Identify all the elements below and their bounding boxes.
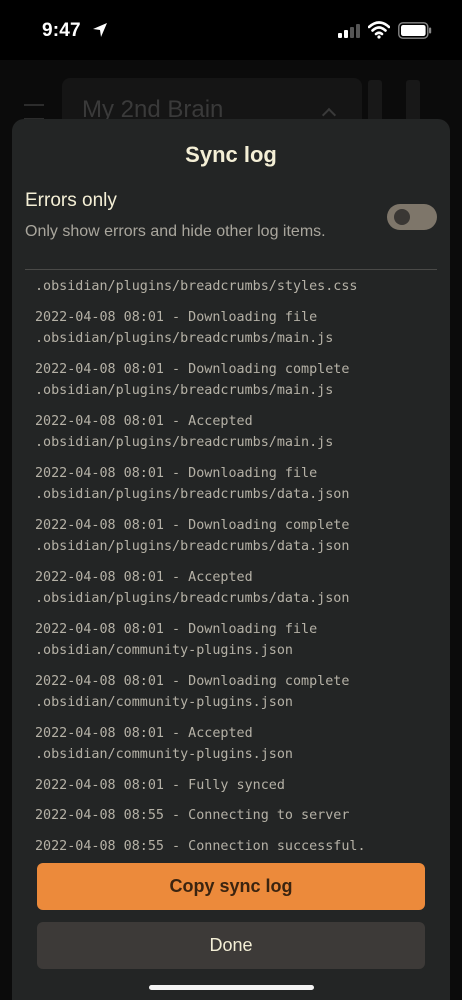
log-entry-message: 2022-04-08 08:55 - Connection successful… — [35, 838, 366, 854]
log-entry: 2022-04-08 08:55 - Connection successful… — [35, 836, 437, 858]
log-entry-message: 2022-04-08 08:01 - Downloading file — [35, 465, 318, 481]
log-entry: 2022-04-08 08:01 - Downloading file .obsi… — [35, 307, 437, 350]
status-time: 9:47 — [42, 20, 81, 41]
log-entry: 2022-04-08 08:01 - Downloading complete.… — [35, 671, 437, 714]
log-entry: 2022-04-08 08:01 - Accepted .obsidian/plu… — [35, 411, 437, 454]
log-entry-message: 2022-04-08 08:55 - Connecting to server — [35, 808, 350, 823]
copy-sync-log-button[interactable]: Copy sync log — [37, 863, 425, 910]
log-entry-path: .obsidian/community-plugins.json — [35, 695, 293, 710]
log-entry-path: .obsidian/community-plugins.json — [35, 747, 293, 762]
log-entry-path: .obsidian/plugins/breadcrumbs/main.js — [35, 383, 334, 398]
log-entry: 2022-04-08 08:01 - Accepted .obsidian/plu… — [35, 567, 437, 610]
wifi-icon — [368, 21, 390, 39]
location-arrow-icon — [93, 23, 107, 37]
log-entry-message: 2022-04-08 08:01 - Downloading file — [35, 621, 318, 637]
log-entry: 2022-04-08 08:01 - Downloading file .obsi… — [35, 463, 437, 506]
done-button[interactable]: Done — [37, 922, 425, 969]
home-indicator — [149, 985, 314, 990]
battery-icon — [398, 22, 432, 39]
log-entry-path: .obsidian/community-plugins.json — [35, 643, 293, 658]
toggle-knob — [394, 209, 410, 225]
log-entry-message: 2022-04-08 08:01 - Accepted — [35, 725, 253, 741]
log-entry-message: 2022-04-08 08:01 - Accepted — [35, 413, 253, 429]
log-entry-message: 2022-04-08 08:01 - Downloading file — [35, 309, 318, 325]
log-entry-path: .obsidian/plugins/breadcrumbs/main.js — [35, 331, 334, 346]
log-entry: 2022-04-08 08:01 - Fully synced — [35, 775, 437, 797]
log-line-partial: .obsidian/plugins/breadcrumbs/styles.css — [35, 279, 358, 294]
log-entry-path: .obsidian/plugins/breadcrumbs/data.json — [35, 591, 350, 606]
sheet-title: Sync log — [185, 142, 277, 167]
log-entry-path: .obsidian/plugins/breadcrumbs/data.json — [35, 487, 350, 502]
background-list-icon — [24, 104, 44, 120]
status-bar: 9:47 — [0, 0, 462, 60]
log-entry-path: .obsidian/plugins/breadcrumbs/data.json — [35, 539, 350, 554]
sync-log-scroll-area[interactable]: .obsidian/plugins/breadcrumbs/styles.css… — [25, 270, 437, 860]
errors-only-description: Only show errors and hide other log item… — [25, 223, 326, 240]
log-entry-path: .obsidian/plugins/breadcrumbs/main.js — [35, 435, 334, 450]
log-entry-message: 2022-04-08 08:01 - Downloading complete — [35, 517, 350, 533]
log-entry-message: 2022-04-08 08:01 - Accepted — [35, 569, 253, 585]
log-entry-message: 2022-04-08 08:01 - Downloading complete — [35, 361, 350, 377]
log-entry: 2022-04-08 08:01 - Downloading complete.… — [35, 359, 437, 402]
sync-log-list: .obsidian/plugins/breadcrumbs/styles.css… — [35, 276, 437, 857]
cellular-signal-icon — [338, 24, 360, 38]
log-entry: 2022-04-08 08:01 - Downloading complete.… — [35, 515, 437, 558]
errors-only-toggle[interactable] — [387, 204, 437, 230]
log-entry-message: 2022-04-08 08:01 - Fully synced — [35, 777, 285, 793]
log-entry: 2022-04-08 08:55 - Connecting to server — [35, 805, 437, 827]
log-entry-message: 2022-04-08 08:01 - Downloading complete — [35, 673, 350, 689]
log-entry: 2022-04-08 08:01 - Downloading file .obsi… — [35, 619, 437, 662]
errors-only-label: Errors only — [25, 190, 117, 211]
log-entry: 2022-04-08 08:01 - Accepted .obsidian/com… — [35, 723, 437, 766]
